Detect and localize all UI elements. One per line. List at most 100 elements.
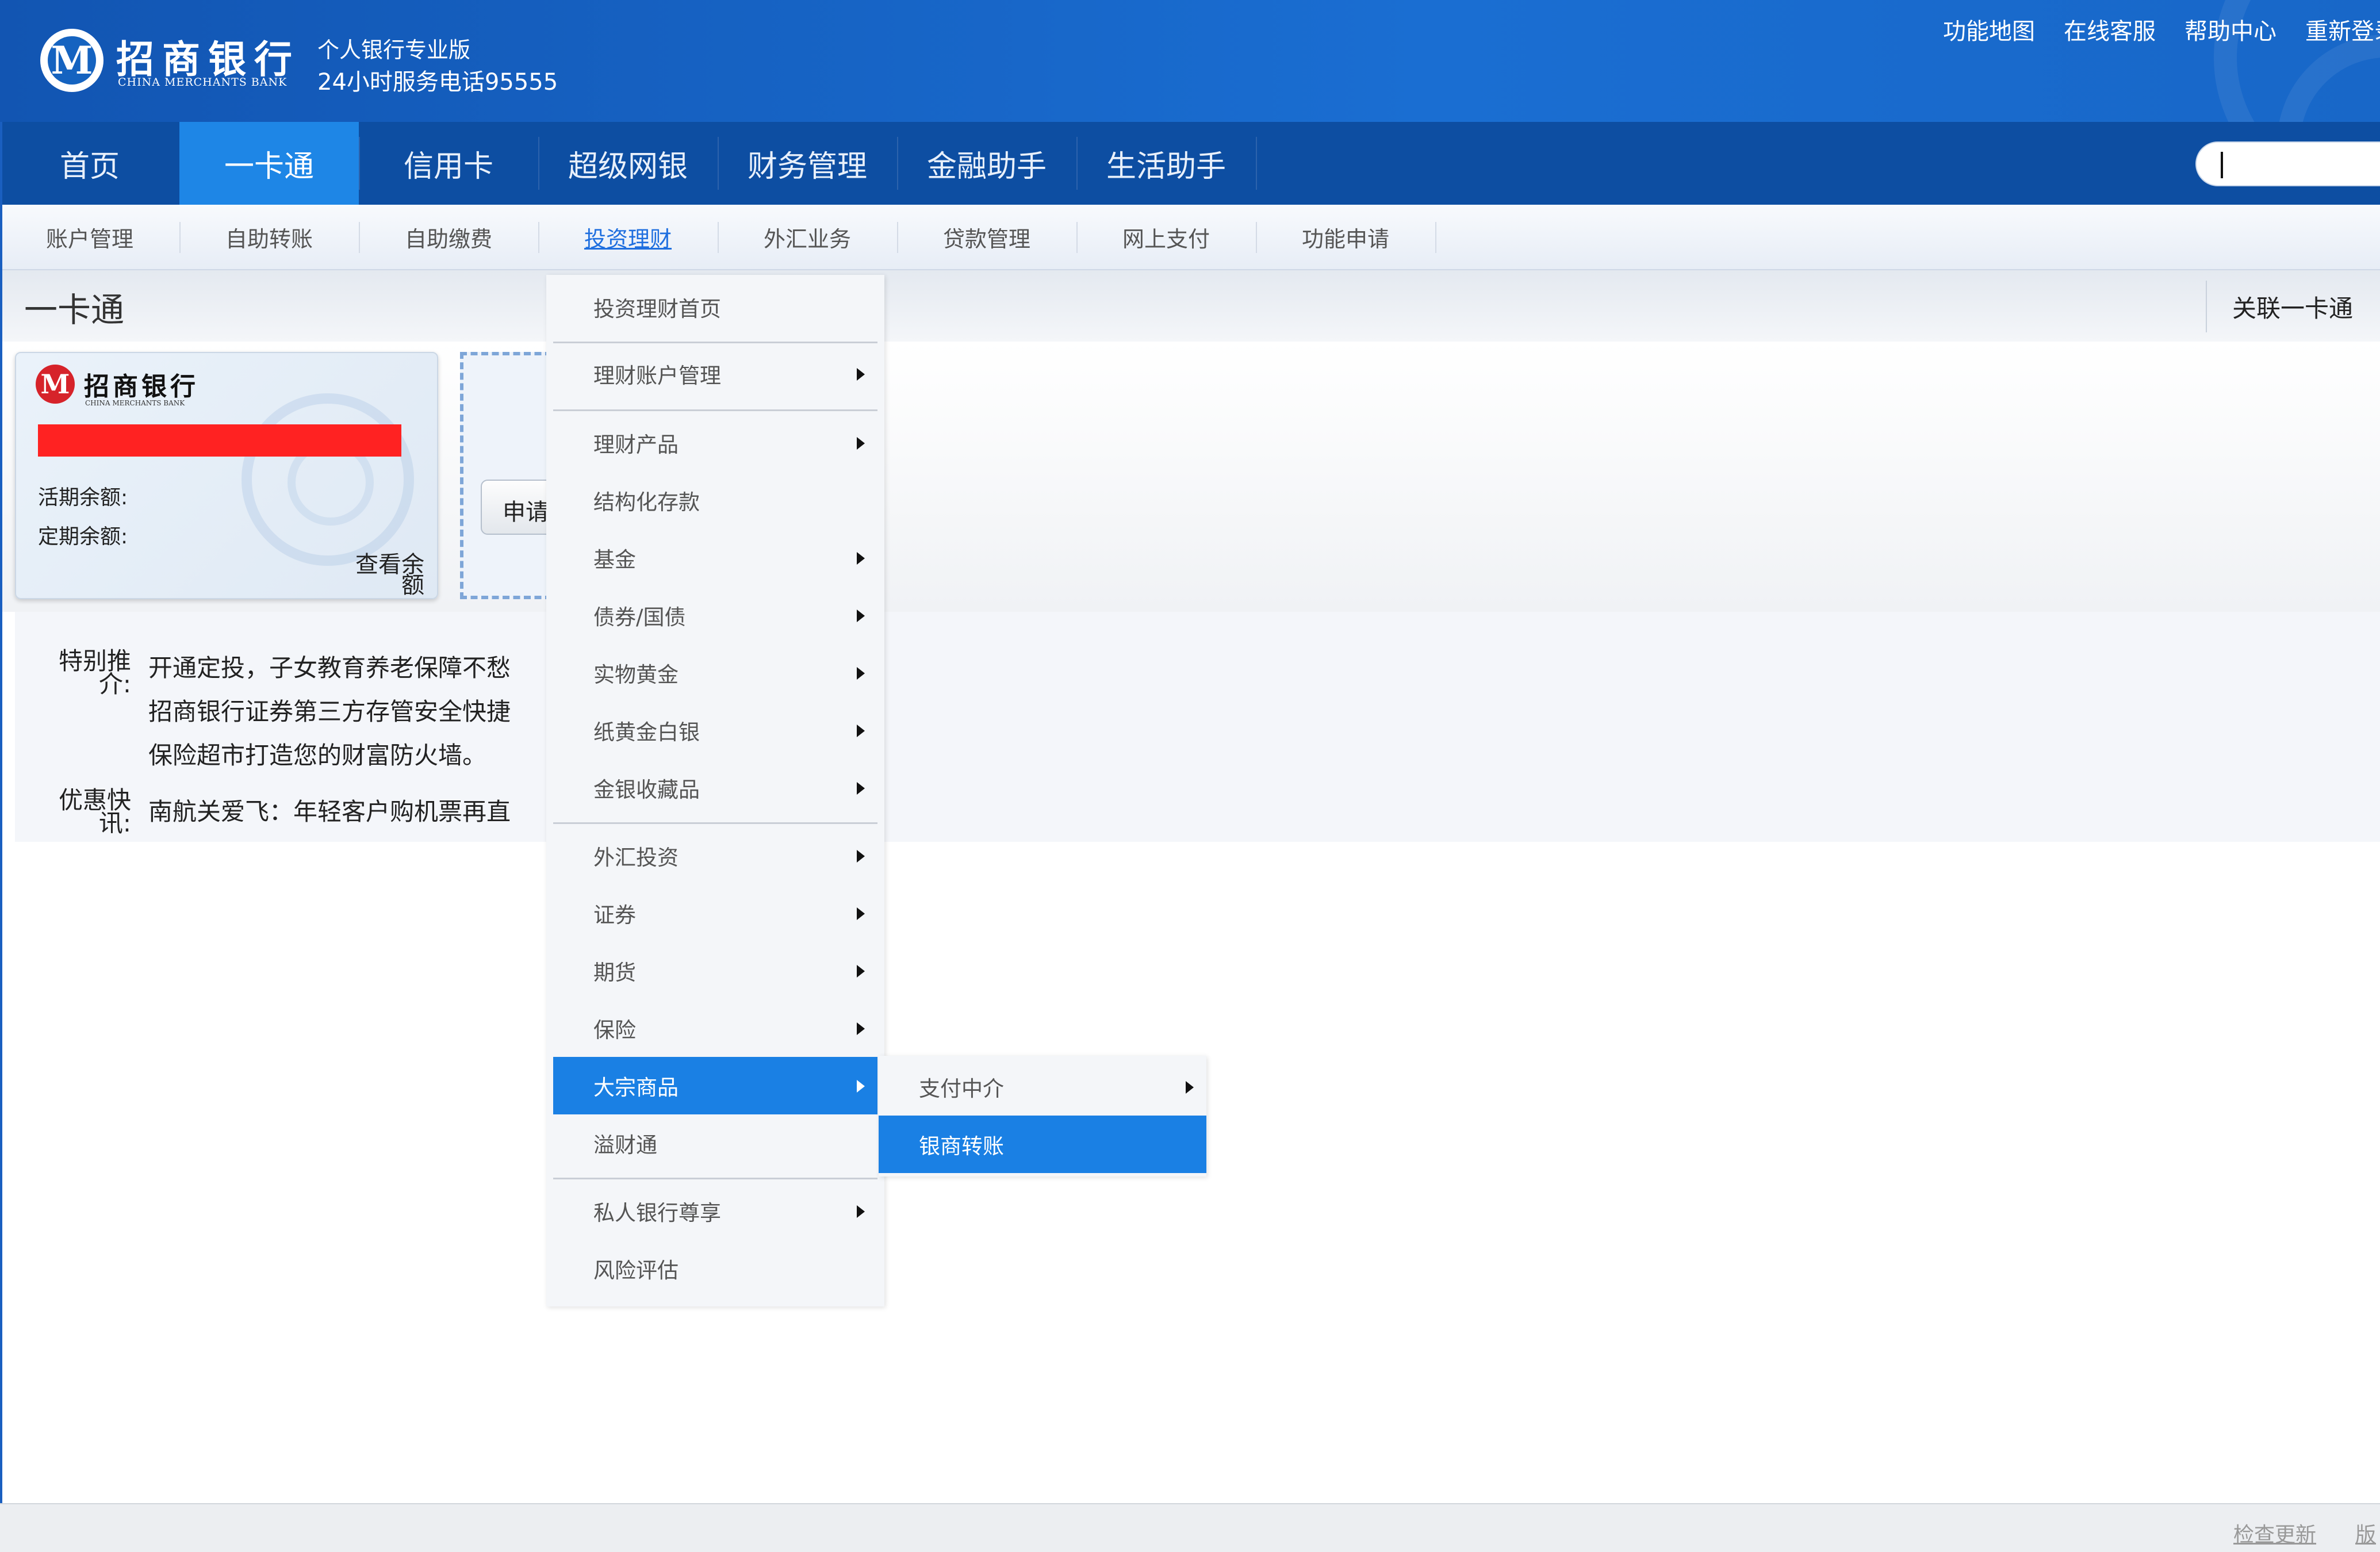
submenu-arrow-icon [857, 368, 865, 381]
online-service-link[interactable]: 在线客服 [2064, 13, 2156, 46]
menu-item-physical-gold[interactable]: 实物黄金 [553, 644, 877, 702]
check-update-link[interactable]: 检查更新 [2233, 1518, 2316, 1548]
subnav-loan-management[interactable]: 贷款管理 [897, 205, 1076, 269]
menu-item-yicaitong[interactable]: 溢财通 [553, 1114, 877, 1172]
sub-nav: 账户管理 自助转账 自助缴费 投资理财 外汇业务 贷款管理 网上支付 功能申请 [0, 205, 2380, 270]
version-link[interactable]: 版 [2355, 1518, 2376, 1548]
fixed-balance-label: 定期余额: [38, 525, 128, 549]
section-header [0, 270, 2380, 342]
menu-item-risk-assessment[interactable]: 风险评估 [553, 1240, 877, 1297]
menu-item-label: 理财产品 [593, 432, 679, 457]
function-map-link[interactable]: 功能地图 [1943, 13, 2035, 46]
menu-item-forex-investment[interactable]: 外汇投资 [553, 827, 877, 884]
tab-finance-assistant[interactable]: 金融助手 [897, 122, 1076, 205]
menu-item-label: 溢财通 [593, 1133, 657, 1158]
tab-life-assistant[interactable]: 生活助手 [1076, 122, 1256, 205]
search-input[interactable] [2195, 141, 2380, 186]
submenu-item-bank-merchant-transfer[interactable]: 银商转账 [879, 1116, 1206, 1173]
subnav-divider [1435, 222, 1436, 253]
subnav-forex[interactable]: 外汇业务 [718, 205, 897, 269]
menu-item-fund[interactable]: 基金 [553, 529, 877, 587]
tab-finance-management[interactable]: 财务管理 [718, 122, 897, 205]
menu-item-label: 金银收藏品 [593, 777, 700, 802]
menu-item-insurance[interactable]: 保险 [553, 999, 877, 1057]
bank-logo-icon: M [40, 29, 104, 92]
tab-home[interactable]: 首页 [0, 122, 179, 205]
link-card-button[interactable]: 关联一卡通 [2206, 281, 2378, 332]
nav-divider [1256, 137, 1257, 190]
footer-bar: 检查更新 版 [0, 1503, 2380, 1552]
submenu-arrow-icon [857, 965, 865, 978]
submenu-arrow-icon [1186, 1081, 1194, 1094]
top-links: 功能地图 在线客服 帮助中心 重新登录 [1943, 13, 2380, 46]
investment-dropdown-menu: 投资理财首页 理财账户管理 理财产品 结构化存款 基金 债券/国债 实物黄金 纸… [546, 275, 884, 1306]
menu-item-label: 大宗商品 [593, 1075, 679, 1100]
commodities-submenu: 支付中介 银商转账 [879, 1056, 1206, 1177]
view-balance-link[interactable]: 查看余额 [344, 553, 424, 597]
tab-debit-card[interactable]: 一卡通 [179, 122, 359, 205]
submenu-arrow-icon [857, 667, 865, 680]
subnav-online-payment[interactable]: 网上支付 [1076, 205, 1256, 269]
menu-item-label: 债券/国债 [593, 605, 686, 630]
menu-separator [553, 409, 877, 411]
subnav-function-apply[interactable]: 功能申请 [1256, 205, 1435, 269]
menu-item-label: 投资理财首页 [593, 297, 721, 321]
menu-item-structured-deposit[interactable]: 结构化存款 [553, 472, 877, 529]
submenu-arrow-icon [857, 725, 865, 737]
card-logo-icon: M [36, 365, 75, 404]
submenu-arrow-icon [857, 1205, 865, 1218]
news-link[interactable]: 南航关爱飞：年轻客户购机票再直 [148, 792, 511, 827]
submenu-arrow-icon [857, 437, 865, 450]
card-bank-name: 招商银行 [84, 372, 199, 401]
add-card-placeholder [460, 352, 552, 599]
submenu-arrow-icon [857, 1080, 865, 1093]
submenu-arrow-icon [857, 610, 865, 622]
text-caret [2221, 152, 2223, 178]
submenu-item-payment-intermediary[interactable]: 支付中介 [879, 1058, 1206, 1116]
bank-card: M 招商银行 CHINA MERCHANTS BANK 活期余额: 定期余额: … [15, 352, 438, 599]
subnav-investment[interactable]: 投资理财 [538, 205, 718, 269]
subnav-self-transfer[interactable]: 自助转账 [179, 205, 359, 269]
relogin-link[interactable]: 重新登录 [2305, 13, 2380, 46]
menu-item-wealth-products[interactable]: 理财产品 [553, 414, 877, 472]
promo-link[interactable]: 开通定投，子女教育养老保障不愁 [148, 649, 511, 684]
menu-item-futures[interactable]: 期货 [553, 942, 877, 999]
subnav-account-management[interactable]: 账户管理 [0, 205, 179, 269]
help-center-link[interactable]: 帮助中心 [2184, 13, 2276, 46]
menu-item-securities[interactable]: 证券 [553, 884, 877, 942]
menu-item-label: 结构化存款 [593, 490, 700, 515]
menu-item-label: 纸黄金白银 [593, 720, 700, 745]
menu-item-account-management[interactable]: 理财账户管理 [553, 345, 877, 403]
menu-separator [553, 342, 877, 343]
menu-item-label: 理财账户管理 [593, 363, 721, 388]
submenu-arrow-icon [857, 907, 865, 920]
menu-item-collectibles[interactable]: 金银收藏品 [553, 759, 877, 817]
menu-item-bonds[interactable]: 债券/国债 [553, 587, 877, 644]
tab-credit-card[interactable]: 信用卡 [359, 122, 538, 205]
menu-item-label: 实物黄金 [593, 662, 679, 687]
promo-link[interactable]: 保险超市打造您的财富防火墙。 [148, 736, 486, 771]
menu-separator [553, 1178, 877, 1179]
window-edge [0, 122, 2, 1552]
menu-separator [553, 822, 877, 824]
card-number-redacted [38, 424, 401, 457]
news-label: 优惠快讯: [58, 786, 131, 837]
main-nav: 首页 一卡通 信用卡 超级网银 财务管理 金融助手 生活助手 [0, 122, 2380, 205]
current-balance-label: 活期余额: [38, 486, 128, 509]
menu-item-label: 私人银行尊享 [593, 1201, 721, 1225]
submenu-arrow-icon [857, 782, 865, 795]
menu-item-investment-home[interactable]: 投资理财首页 [553, 278, 877, 336]
submenu-arrow-icon [857, 552, 865, 565]
tab-super-ebank[interactable]: 超级网银 [538, 122, 718, 205]
menu-item-commodities[interactable]: 大宗商品 [553, 1057, 877, 1114]
menu-item-label: 证券 [593, 903, 636, 928]
promo-link[interactable]: 招商银行证券第三方存管安全快捷 [148, 692, 511, 727]
card-bank-name-en: CHINA MERCHANTS BANK [85, 399, 185, 407]
menu-item-label: 基金 [593, 547, 636, 572]
subnav-self-payment[interactable]: 自助缴费 [359, 205, 538, 269]
menu-item-paper-gold-silver[interactable]: 纸黄金白银 [553, 702, 877, 759]
menu-item-private-banking[interactable]: 私人银行尊享 [553, 1182, 877, 1240]
hotline-label: 24小时服务电话95555 [317, 69, 558, 95]
menu-item-label: 外汇投资 [593, 845, 679, 870]
page-title: 一卡通 [24, 290, 125, 329]
